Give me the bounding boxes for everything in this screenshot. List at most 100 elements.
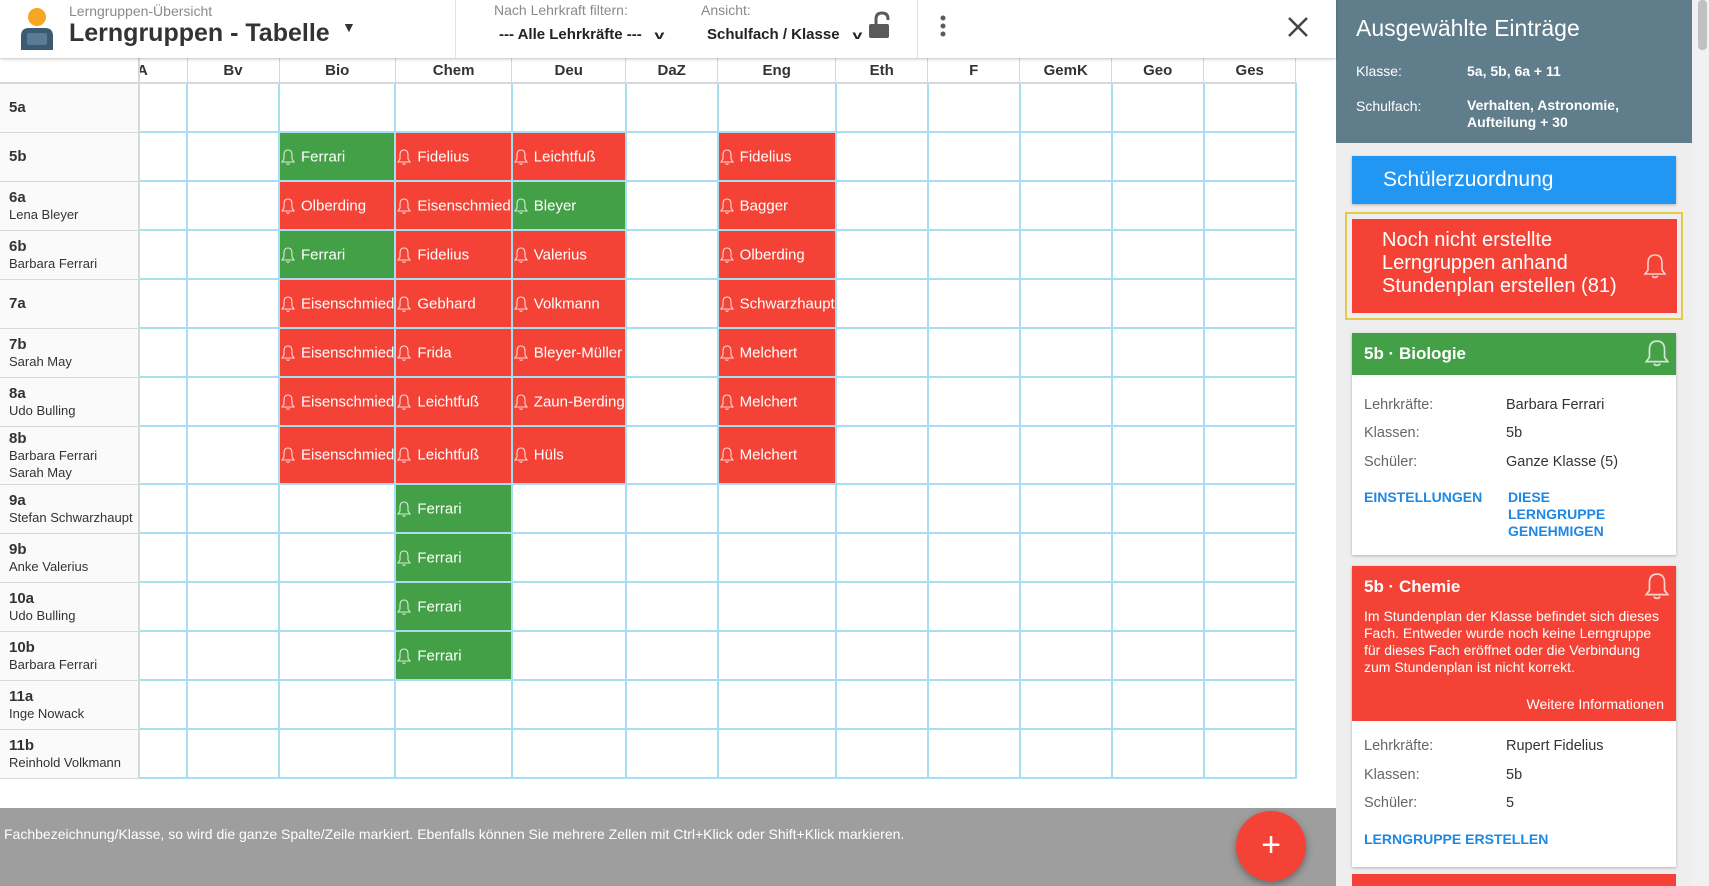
student-assignment-button[interactable]: Schülerzuordnung	[1352, 156, 1676, 204]
empty-cell[interactable]	[1202, 679, 1297, 730]
empty-cell[interactable]	[394, 679, 513, 730]
empty-cell[interactable]	[624, 180, 719, 231]
empty-cell[interactable]	[716, 679, 837, 730]
empty-cell[interactable]	[624, 278, 719, 329]
empty-cell[interactable]	[1018, 532, 1113, 583]
empty-cell[interactable]	[834, 131, 929, 182]
row-header-9b[interactable]: 9b Anke Valerius	[0, 533, 140, 583]
column-header-bio[interactable]: Bio	[279, 58, 396, 84]
empty-cell[interactable]	[834, 425, 929, 485]
group-cell[interactable]: Bleyer-Müller	[510, 327, 627, 378]
empty-cell[interactable]	[834, 679, 929, 730]
empty-cell[interactable]	[394, 82, 513, 133]
group-cell[interactable]: Eisenschmied	[277, 376, 397, 427]
group-cell[interactable]: Eisenschmied	[277, 327, 397, 378]
empty-cell[interactable]	[186, 425, 280, 485]
empty-cell[interactable]	[624, 131, 719, 182]
empty-cell[interactable]	[186, 532, 280, 583]
empty-cell[interactable]	[624, 532, 719, 583]
title-dropdown-icon[interactable]: ▼	[342, 19, 356, 35]
empty-cell[interactable]	[1202, 532, 1297, 583]
empty-cell[interactable]	[834, 581, 929, 632]
empty-cell[interactable]	[510, 82, 627, 133]
empty-cell[interactable]	[186, 82, 280, 133]
create-missing-groups-button[interactable]: Noch nicht erstellte Lerngruppen anhand …	[1352, 219, 1677, 313]
group-cell[interactable]: Ferrari	[394, 532, 513, 583]
column-header-f[interactable]: F	[927, 58, 1021, 84]
empty-cell[interactable]	[510, 483, 627, 534]
empty-cell[interactable]	[138, 728, 188, 779]
empty-cell[interactable]	[510, 630, 627, 681]
empty-cell[interactable]	[138, 425, 188, 485]
settings-button[interactable]: EINSTELLUNGEN	[1364, 489, 1482, 506]
empty-cell[interactable]	[1202, 483, 1297, 534]
group-cell[interactable]: Melchert	[716, 376, 837, 427]
group-cell[interactable]: Melchert	[716, 327, 837, 378]
empty-cell[interactable]	[716, 483, 837, 534]
empty-cell[interactable]	[510, 728, 627, 779]
empty-cell[interactable]	[716, 581, 837, 632]
create-group-button[interactable]: LERNGRUPPE ERSTELLEN	[1364, 831, 1548, 848]
group-cell[interactable]: Melchert	[716, 425, 837, 485]
empty-cell[interactable]	[138, 327, 188, 378]
group-cell[interactable]: Olberding	[277, 180, 397, 231]
empty-cell[interactable]	[926, 229, 1021, 280]
panel-scrollbar-thumb[interactable]	[1698, 0, 1707, 50]
empty-cell[interactable]	[138, 679, 188, 730]
empty-cell[interactable]	[1202, 376, 1297, 427]
empty-cell[interactable]	[1018, 327, 1113, 378]
panel-scrollbar[interactable]	[1692, 0, 1709, 886]
empty-cell[interactable]	[1202, 229, 1297, 280]
empty-cell[interactable]	[1018, 82, 1113, 133]
empty-cell[interactable]	[1110, 131, 1205, 182]
empty-cell[interactable]	[624, 327, 719, 378]
group-cell[interactable]: Eisenschmied	[277, 278, 397, 329]
row-header-7b[interactable]: 7b Sarah May	[0, 328, 140, 378]
empty-cell[interactable]	[1110, 581, 1205, 632]
column-header-bv[interactable]: Bv	[187, 58, 280, 84]
empty-cell[interactable]	[1202, 82, 1297, 133]
group-cell[interactable]: Zaun-Berding	[510, 376, 627, 427]
empty-cell[interactable]	[1018, 728, 1113, 779]
empty-cell[interactable]	[138, 278, 188, 329]
empty-cell[interactable]	[1110, 278, 1205, 329]
empty-cell[interactable]	[1110, 376, 1205, 427]
empty-cell[interactable]	[138, 376, 188, 427]
empty-cell[interactable]	[186, 630, 280, 681]
empty-cell[interactable]	[624, 425, 719, 485]
group-cell[interactable]: Eisenschmied	[277, 425, 397, 485]
empty-cell[interactable]	[1202, 581, 1297, 632]
empty-cell[interactable]	[926, 327, 1021, 378]
empty-cell[interactable]	[624, 679, 719, 730]
empty-cell[interactable]	[510, 581, 627, 632]
empty-cell[interactable]	[1018, 581, 1113, 632]
group-cell[interactable]: Bagger	[716, 180, 837, 231]
empty-cell[interactable]	[624, 376, 719, 427]
empty-cell[interactable]	[510, 679, 627, 730]
column-header-eng[interactable]: Eng	[717, 58, 837, 84]
empty-cell[interactable]	[926, 581, 1021, 632]
empty-cell[interactable]	[1202, 180, 1297, 231]
row-header-9a[interactable]: 9a Stefan Schwarzhaupt	[0, 484, 140, 534]
empty-cell[interactable]	[186, 581, 280, 632]
empty-cell[interactable]	[1202, 630, 1297, 681]
row-header-7a[interactable]: 7a	[0, 279, 140, 329]
approve-group-button[interactable]: DIESE LERNGRUPPE GENEHMIGEN	[1508, 489, 1628, 540]
group-cell[interactable]: Gebhard	[394, 278, 513, 329]
empty-cell[interactable]	[834, 728, 929, 779]
empty-cell[interactable]	[1018, 425, 1113, 485]
teacher-filter-select[interactable]: --- Alle Lehrkräfte --- v	[499, 26, 664, 43]
group-cell[interactable]: Ferrari	[394, 483, 513, 534]
row-header-10b[interactable]: 10b Barbara Ferrari	[0, 631, 140, 681]
empty-cell[interactable]	[138, 483, 188, 534]
empty-cell[interactable]	[834, 483, 929, 534]
column-header-a[interactable]: A	[139, 58, 188, 84]
empty-cell[interactable]	[834, 532, 929, 583]
row-header-11b[interactable]: 11b Reinhold Volkmann	[0, 729, 140, 779]
view-select[interactable]: Schulfach / Klasse v	[707, 26, 862, 43]
empty-cell[interactable]	[138, 532, 188, 583]
group-cell[interactable]: Fidelius	[716, 131, 837, 182]
row-header-5a[interactable]: 5a	[0, 83, 140, 133]
column-header-geo[interactable]: Geo	[1111, 58, 1205, 84]
empty-cell[interactable]	[834, 376, 929, 427]
